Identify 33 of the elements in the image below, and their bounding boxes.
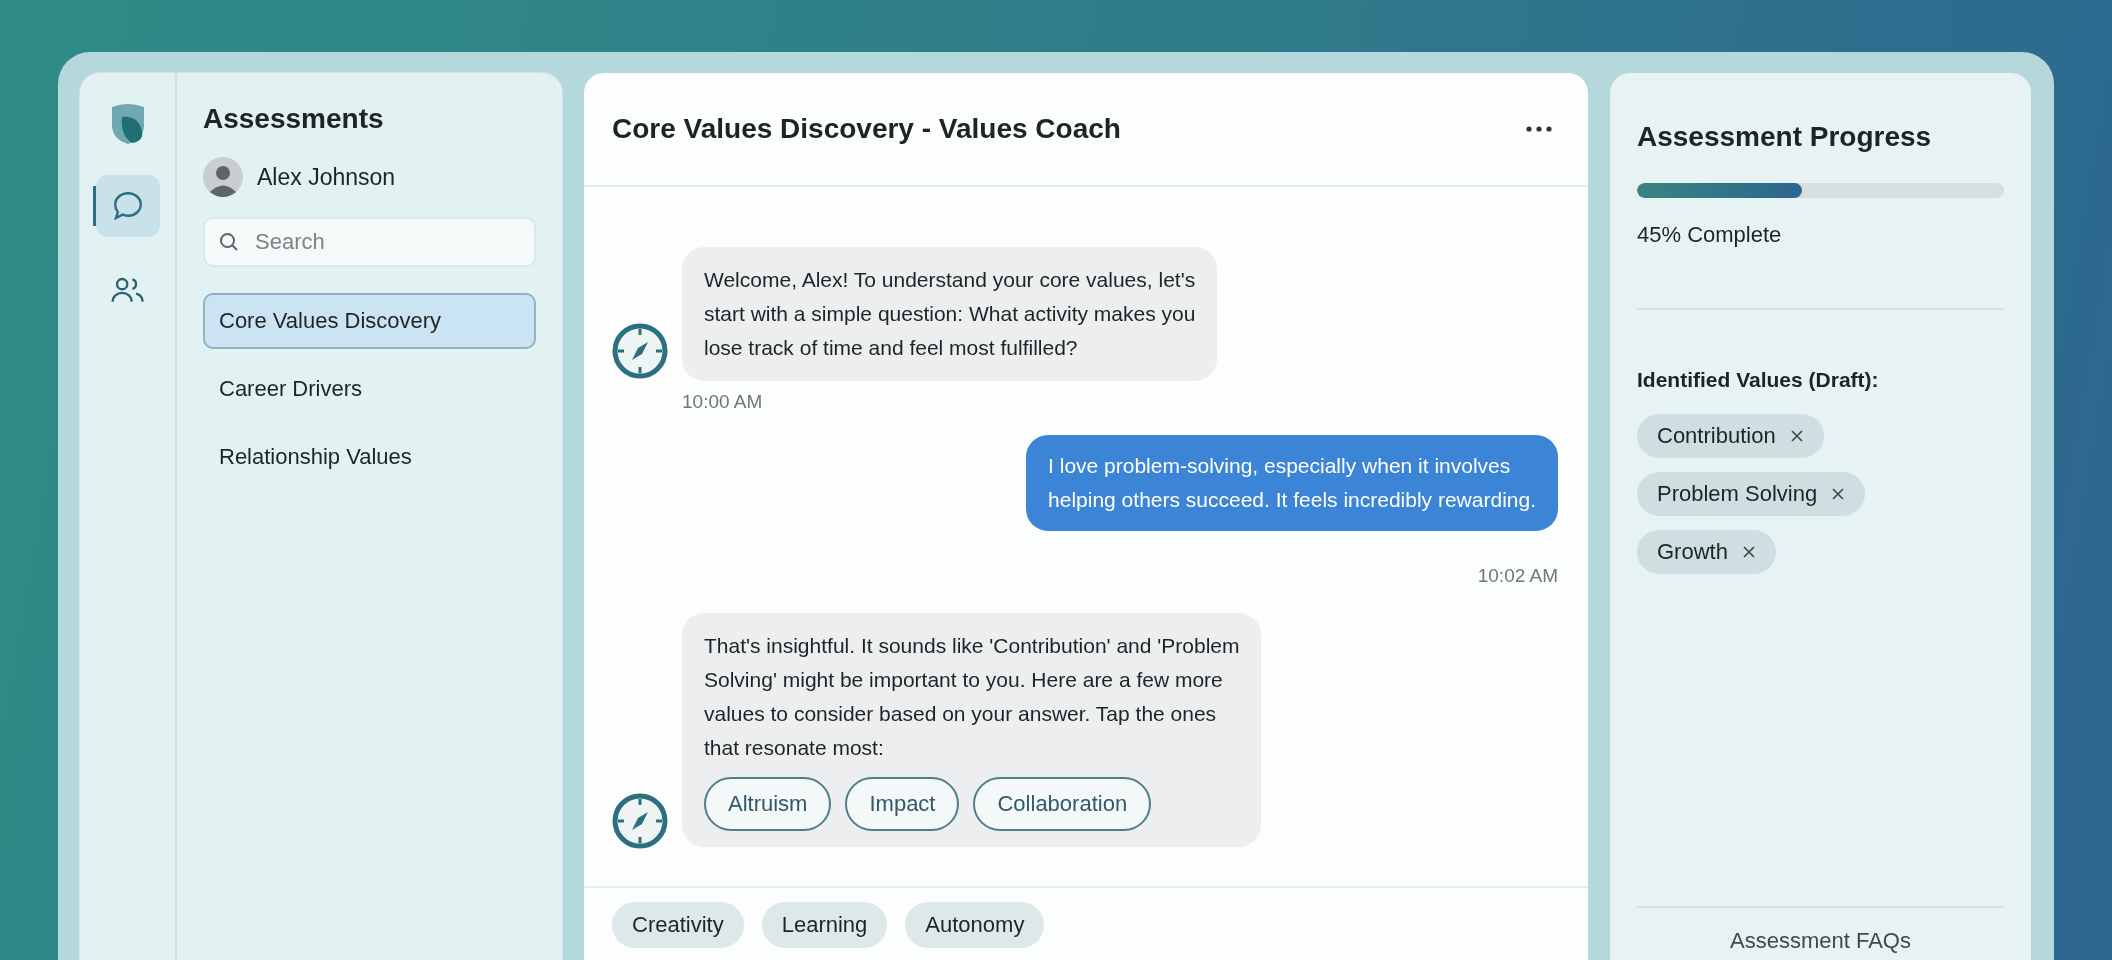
user-name: Alex Johnson	[257, 163, 396, 191]
message-time: 10:00 AM	[682, 391, 764, 413]
compass-icon	[612, 323, 668, 379]
search-field[interactable]: Search	[203, 217, 536, 267]
value-option-button[interactable]: Altruism	[704, 777, 832, 831]
sidebar-title: Assessments	[203, 103, 385, 135]
message-time: 10:02 AM	[1477, 565, 1558, 587]
faq-link[interactable]: Assessment FAQs	[1637, 928, 2004, 954]
compass-icon	[612, 793, 668, 849]
value-option-button[interactable]: Collaboration	[973, 777, 1152, 831]
message-text: That's insightful. It sounds like 'Contribution' and 'Problem Solving' might be important to you. Here are a few more values to consider based on your answer. Tap the ones that resonate most:	[704, 633, 1240, 761]
remove-icon[interactable]	[1741, 545, 1756, 559]
progress-title: Assessment Progress	[1637, 121, 1933, 153]
values-heading: Identified Values (Draft):	[1637, 368, 1880, 392]
assessment-item[interactable]: Career Drivers	[203, 361, 536, 417]
value-label: Contribution	[1657, 423, 1776, 449]
assessment-item[interactable]: Core Values Discovery	[203, 293, 536, 349]
chat-title: Core Values Discovery - Values Coach	[612, 113, 1121, 145]
value-option-button[interactable]: Impact	[845, 777, 960, 831]
assessment-item[interactable]: Relationship Values	[203, 429, 536, 485]
suggestion-chip[interactable]: Creativity	[612, 902, 744, 948]
value-label: Growth	[1657, 539, 1728, 565]
user-message: I love problem-solving, especially when it involves helping others succeed. It feels incredibly rewarding.	[1026, 435, 1558, 531]
value-label: Problem Solving	[1657, 481, 1818, 507]
user-avatar	[203, 157, 243, 197]
more-icon	[1526, 126, 1552, 132]
message-text: Welcome, Alex! To understand your core values, let's start with a simple question: What activity makes you lose track of time and feel most fulfilled?	[704, 267, 1196, 361]
suggestion-chip[interactable]: Autonomy	[905, 902, 1045, 948]
suggestion-chip[interactable]: Learning	[761, 902, 888, 948]
remove-icon[interactable]	[1831, 487, 1846, 501]
progress-reading: 45% Complete	[1637, 222, 1783, 248]
remove-icon[interactable]	[1789, 429, 1804, 443]
chat-nav-button[interactable]	[95, 175, 160, 237]
